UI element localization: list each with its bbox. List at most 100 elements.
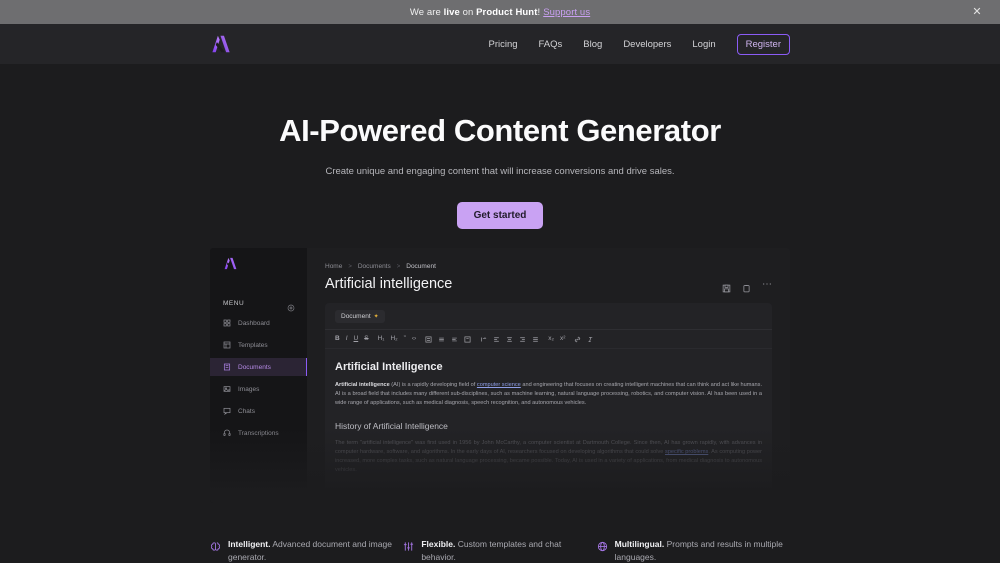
brain-icon [210,539,221,551]
feature-title: Flexible. [421,539,456,549]
underline-button[interactable]: U [354,335,359,343]
sidebar-item-documents[interactable]: Documents [210,358,307,376]
announcement-suffix: ! [537,6,541,18]
sidebar-item-dashboard[interactable]: Dashboard [210,314,307,332]
link-icon[interactable] [574,336,581,343]
cta-wrapper: Get started [0,202,1000,229]
templates-icon [223,341,231,349]
clear-format-icon[interactable] [587,336,594,343]
nav-item-blog[interactable]: Blog [583,39,602,50]
code-button[interactable]: ‹› [412,335,416,343]
sparkle-icon: ✦ [373,314,379,320]
paragraph-text-a: (AI) is a rapidly developing field of [389,382,477,388]
sidebar-item-chats[interactable]: Chats [210,402,307,420]
page-title: AI-Powered Content Generator [279,113,721,148]
sidebar-item-label: Transcriptions [238,429,279,437]
feature-text: Multilingual. Prompts and results in mul… [615,538,790,563]
sidebar-item-label: Dashboard [238,319,270,327]
subscript-button[interactable]: x₂ [548,335,554,343]
sidebar-item-label: Chats [238,407,255,415]
nav-item-developers[interactable]: Developers [623,39,671,50]
superscript-button[interactable]: x² [560,335,565,343]
feature-flexible: Flexible. Custom templates and chat beha… [403,538,596,563]
save-icon[interactable] [722,280,731,292]
app-main-panel: Home > Documents > Document Artificial i… [307,248,790,503]
sidebar-item-label: Documents [238,363,271,371]
sidebar-menu-label: MENU [223,299,245,307]
toolbar-group-blocks: H₁ H₂ ” ‹› [378,335,426,343]
feature-text: Intelligent. Advanced document and image… [228,538,403,563]
computer-science-link[interactable]: computer science [477,382,521,388]
copy-icon[interactable] [742,280,751,292]
italic-button[interactable]: I [346,335,348,343]
hero-section: AI-Powered Content Generator Create uniq… [0,64,1000,229]
announcement-product: Product Hunt [476,6,538,18]
announcement-mid: on [459,6,477,18]
document-heading: Artificial Intelligence [335,361,443,373]
more-icon[interactable]: ⋯ [762,279,772,289]
toolbar-group-align [480,336,548,343]
sidebar-item-transcriptions[interactable]: Transcriptions [210,424,307,442]
hero-subtitle: Create unique and engaging content that … [325,166,675,177]
gear-icon[interactable] [287,299,295,312]
sidebar-menu-header: MENU [210,296,307,312]
chats-icon [223,407,231,416]
heading1-button[interactable]: H₁ [378,335,385,343]
nav-item-pricing[interactable]: Pricing [488,39,517,50]
align-right-icon[interactable] [519,336,526,343]
list-check-icon[interactable] [451,336,458,343]
document-subheading: History of Artificial Intelligence [335,421,448,432]
toolbar-group-script: x₂ x² [548,335,574,343]
sidebar-item-label: Templates [238,341,268,349]
close-icon[interactable]: ✕ [971,6,983,18]
logo-icon[interactable] [210,33,232,55]
align-left-icon[interactable] [493,336,500,343]
nav-item-faqs[interactable]: FAQs [539,39,563,50]
feature-title: Multilingual. [614,539,665,549]
features-row: Intelligent. Advanced document and image… [210,538,790,563]
list-ordered-icon[interactable] [425,336,432,343]
document-paragraph-2: The term "artificial intelligence" was f… [335,439,762,475]
paragraph-bold-lead: Artificial intelligence [335,382,390,388]
images-icon [223,385,231,393]
specific-problems-link[interactable]: specific problems [665,449,708,455]
heading2-button[interactable]: H₂ [390,335,397,343]
list-indent-icon[interactable] [464,336,471,343]
feature-text: Flexible. Custom templates and chat beha… [421,538,596,563]
dashboard-icon [223,319,231,327]
breadcrumb: Home > Documents > Document [325,263,772,270]
toolbar-group-misc [574,336,603,343]
sidebar-item-images[interactable]: Images [210,380,307,398]
strikethrough-button[interactable]: S [364,335,368,343]
transcriptions-icon [223,429,231,437]
align-center-icon[interactable] [506,336,513,343]
bold-button[interactable]: B [335,335,340,343]
list-bullet-icon[interactable] [438,336,445,343]
toolbar-group-lists [425,336,480,343]
app-logo-icon [223,257,238,275]
feature-title: Intelligent. [228,539,271,549]
document-title: Artificial intelligence [325,276,453,292]
support-us-link[interactable]: Support us [543,7,590,18]
editor-toolbar: B I U S H₁ H₂ ” ‹› x₂ x² [325,330,772,349]
document-title-row: Artificial intelligence ⋯ [325,276,772,292]
editor-tabs: Document ✦ [325,303,772,330]
align-block-icon[interactable] [532,336,539,343]
announcement-live: live [443,6,460,18]
quote-button[interactable]: ” [404,335,406,343]
breadcrumb-separator: > [348,263,352,270]
register-button[interactable]: Register [736,33,790,55]
align-justify-icon[interactable] [480,336,487,343]
breadcrumb-documents[interactable]: Documents [358,263,391,270]
sidebar-item-templates[interactable]: Templates [210,336,307,354]
breadcrumb-home[interactable]: Home [325,263,342,270]
main-nav: Pricing FAQs Blog Developers Login Regis… [488,33,790,55]
app-sidebar: MENU Dashboard Templates Documents Image… [210,248,307,503]
tab-document[interactable]: Document ✦ [335,310,385,323]
document-paragraph-1: Artificial intelligence (AI) is a rapidl… [335,381,762,408]
announcement-banner: We are live on Product Hunt! Support us ✕ [0,0,1000,24]
tab-label: Document [341,313,371,320]
get-started-button[interactable]: Get started [456,202,544,229]
nav-item-login[interactable]: Login [692,39,715,50]
feature-multilingual: Multilingual. Prompts and results in mul… [597,538,790,563]
